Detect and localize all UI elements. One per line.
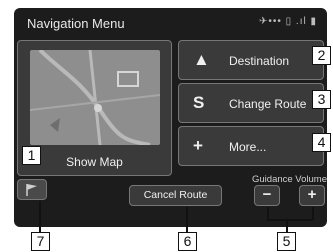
leader-line-5c (267, 219, 313, 221)
route-icon: S (193, 93, 205, 112)
cancel-route-button[interactable]: Cancel Route (129, 185, 222, 206)
more-label: More... (229, 140, 267, 154)
callout-1: 1 (22, 146, 41, 165)
callout-7: 7 (31, 232, 50, 251)
arrow-up-icon: ▲ (193, 50, 210, 69)
destination-label: Destination (229, 54, 290, 68)
page-title: Navigation Menu (27, 16, 125, 31)
status-bar: ✈••• ▯ .ıl ▮ (258, 16, 317, 27)
leader-line-6 (186, 207, 188, 232)
callout-3: 3 (312, 90, 331, 109)
volume-up-button[interactable]: + (299, 185, 325, 206)
plus-icon: + (193, 136, 203, 155)
more-button[interactable]: + More... (178, 126, 324, 166)
guidance-volume-label: Guidance Volume (252, 174, 327, 185)
destination-button[interactable]: ▲ Destination (178, 40, 324, 80)
map-thumbnail (30, 50, 160, 145)
leader-line-5d (286, 219, 288, 232)
callout-2: 2 (312, 46, 331, 65)
flag-button[interactable] (17, 179, 47, 200)
change-route-label: Change Route (229, 97, 307, 111)
navigation-screen: Navigation Menu ✈••• ▯ .ıl ▮ Show Map ▲ … (14, 8, 327, 227)
change-route-button[interactable]: S Change Route (178, 83, 324, 123)
volume-down-button[interactable]: − (254, 185, 280, 206)
flag-icon (26, 184, 37, 196)
callout-6: 6 (178, 232, 197, 251)
leader-line-7 (39, 201, 41, 232)
callout-5: 5 (277, 232, 296, 251)
callout-4: 4 (312, 133, 331, 152)
